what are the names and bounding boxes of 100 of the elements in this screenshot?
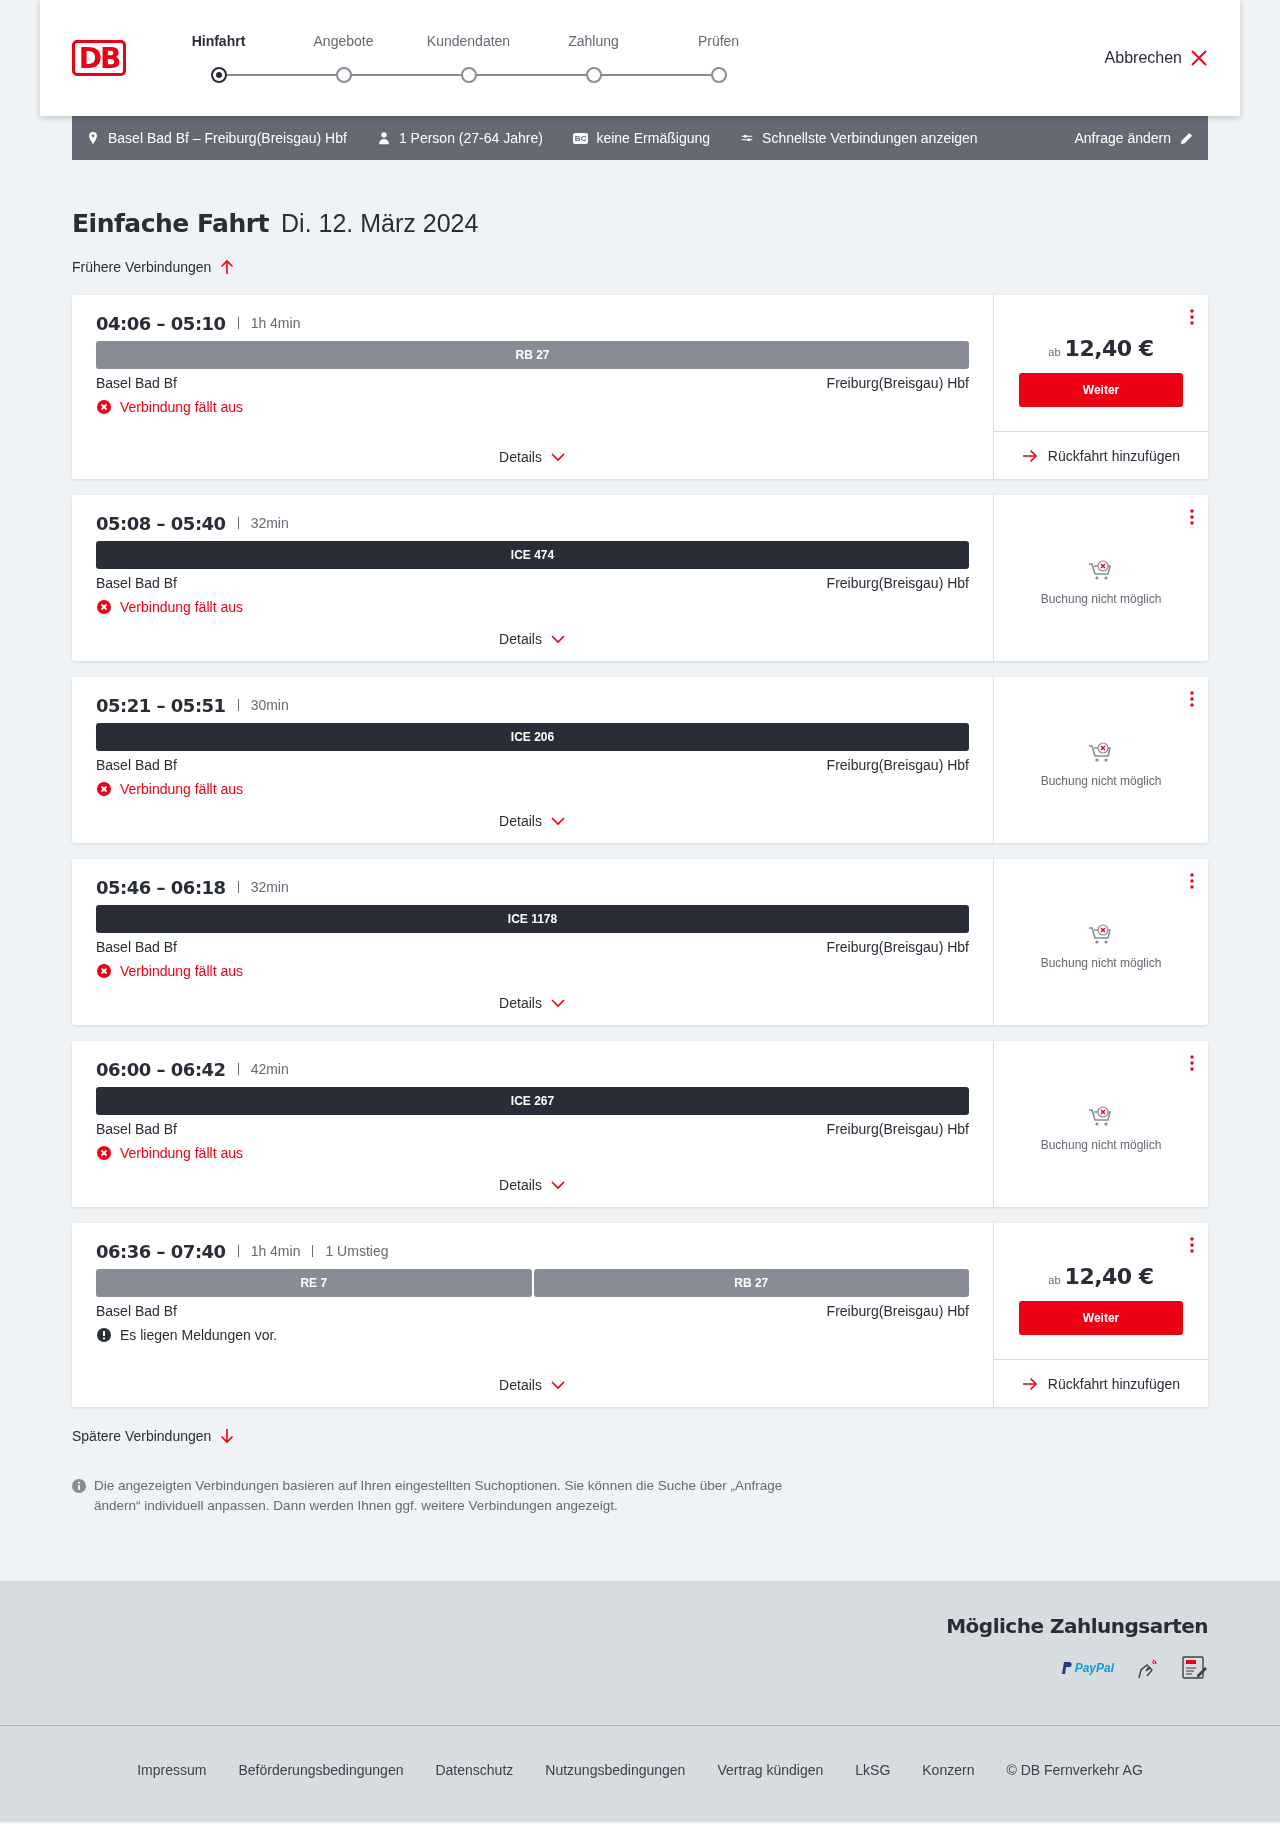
departure-arrival-time: 06:36 – 07:40 xyxy=(96,1240,226,1262)
travel-date: Di. 12. März 2024 xyxy=(281,209,479,238)
cancel-icon xyxy=(96,399,112,415)
train-segment-bar: ICE 206 xyxy=(96,723,969,751)
footer-link[interactable]: Impressum xyxy=(137,1762,207,1778)
paypal-logo: PayPal xyxy=(1061,1661,1114,1675)
footer-link[interactable]: Beförderungsbedingungen xyxy=(238,1762,404,1778)
price-prefix: ab xyxy=(1048,346,1061,358)
departure-arrival-time: 05:46 – 06:18 xyxy=(96,876,226,898)
details-toggle[interactable]: Details xyxy=(499,799,566,843)
arrow-right-icon xyxy=(1021,1375,1038,1392)
cancel-icon xyxy=(96,781,112,797)
details-toggle[interactable]: Details xyxy=(499,1363,566,1407)
origin-station: Basel Bad Bf xyxy=(96,1121,177,1137)
earlier-connections-link[interactable]: Frühere Verbindungen xyxy=(72,257,1208,277)
step-label: Hinfahrt xyxy=(191,33,246,51)
footer-link[interactable]: Nutzungsbedingungen xyxy=(545,1762,686,1778)
duration-text: 32min xyxy=(250,879,289,895)
add-return-link[interactable]: Rückfahrt hinzufügen xyxy=(994,431,1208,479)
notice-text: Verbindung fällt aus xyxy=(120,399,243,415)
details-toggle[interactable]: Details xyxy=(499,435,566,479)
origin-station: Basel Bad Bf xyxy=(96,1303,177,1319)
price: 12,40 € xyxy=(1064,1264,1154,1289)
notice-text: Verbindung fällt aus xyxy=(120,781,243,797)
details-toggle[interactable]: Details xyxy=(499,1163,566,1207)
location-pin-icon xyxy=(86,131,100,145)
warning-icon xyxy=(96,1327,112,1343)
discount-text: keine Ermäßigung xyxy=(596,130,711,146)
add-return-link[interactable]: Rückfahrt hinzufügen xyxy=(994,1359,1208,1407)
train-segment-bar: ICE 474 xyxy=(96,541,969,569)
footer-link[interactable]: Konzern xyxy=(922,1762,975,1778)
departure-arrival-time: 06:00 – 06:42 xyxy=(96,1058,226,1080)
notice-text: Verbindung fällt aus xyxy=(120,963,243,979)
cart-unavailable-icon xyxy=(1088,742,1114,764)
destination-station: Freiburg(Breisgau) Hbf xyxy=(826,375,969,391)
continue-button[interactable]: Weiter xyxy=(1019,373,1183,407)
destination-station: Freiburg(Breisgau) Hbf xyxy=(826,939,969,955)
duration-text: 32min xyxy=(250,515,289,531)
cart-unavailable-icon xyxy=(1088,560,1114,582)
person-icon xyxy=(376,131,391,145)
notice-text: Verbindung fällt aus xyxy=(120,1145,243,1161)
logo[interactable]: DB xyxy=(72,40,126,76)
step-label: Zahlung xyxy=(568,33,619,51)
step-label: Kundendaten xyxy=(426,33,511,51)
booking-unavailable-text: Buchung nicht möglich xyxy=(1040,592,1162,606)
train-segment-bar: RB 27 xyxy=(533,1269,969,1297)
departure-arrival-time: 05:08 – 05:40 xyxy=(96,512,226,534)
cart-unavailable-icon xyxy=(1088,1106,1114,1128)
booking-unavailable-text: Buchung nicht möglich xyxy=(1040,1138,1162,1152)
info-note: Die angezeigten Verbindungen basieren auf Ihren eingestellten Suchoptionen. Sie können die Suche über „Anfrage ändern“ individuell anpassen. Dann werden Ihnen ggf. weitere Verbindungen angezeigt. xyxy=(94,1477,784,1515)
bahncard-badge: BC xyxy=(572,132,589,144)
footer-link[interactable]: LkSG xyxy=(855,1762,891,1778)
train-segment-bar: ICE 1178 xyxy=(96,905,969,933)
duration-text: 1h 4min xyxy=(250,315,301,331)
duration-text: 30min xyxy=(250,697,289,713)
booking-unavailable-text: Buchung nicht möglich xyxy=(1040,774,1162,788)
price: 12,40 € xyxy=(1064,336,1154,361)
train-segment-bar: RE 7 xyxy=(96,1269,532,1297)
pencil-icon xyxy=(1179,130,1194,146)
option-text: Schnellste Verbindungen anzeigen xyxy=(762,130,978,146)
cancel-icon xyxy=(96,599,112,615)
origin-station: Basel Bad Bf xyxy=(96,939,177,955)
step-label: Prüfen xyxy=(697,33,740,51)
origin-station: Basel Bad Bf xyxy=(96,375,177,391)
cancel-icon xyxy=(96,1145,112,1161)
train-segment-bar: ICE 267 xyxy=(96,1087,969,1115)
arrow-up-icon xyxy=(219,259,236,275)
duration-text: 42min xyxy=(250,1061,289,1077)
footer-link[interactable]: © DB Fernverkehr AG xyxy=(1006,1762,1143,1778)
sepa-icon xyxy=(1182,1656,1208,1680)
more-options-icon xyxy=(1190,1055,1194,1071)
info-icon xyxy=(72,1479,86,1493)
cart-unavailable-icon xyxy=(1088,924,1114,946)
details-toggle[interactable]: Details xyxy=(499,617,566,661)
step-label: Angebote xyxy=(313,33,374,51)
destination-station: Freiburg(Breisgau) Hbf xyxy=(826,757,969,773)
more-options-icon xyxy=(1190,309,1194,325)
payment-methods-heading: Mögliche Zahlungsarten xyxy=(946,1614,1208,1638)
footer-link[interactable]: Vertrag kündigen xyxy=(717,1762,824,1778)
departure-arrival-time: 05:21 – 05:51 xyxy=(96,694,226,716)
destination-station: Freiburg(Breisgau) Hbf xyxy=(826,1121,969,1137)
more-options-icon xyxy=(1190,1237,1194,1253)
notice-text: Es liegen Meldungen vor. xyxy=(120,1327,278,1343)
cancel-button[interactable]: Abbrechen xyxy=(1104,49,1208,67)
more-options-icon xyxy=(1190,873,1194,889)
changes-text: 1 Umstieg xyxy=(325,1243,389,1259)
more-options-icon xyxy=(1190,691,1194,707)
origin-station: Basel Bad Bf xyxy=(96,575,177,591)
notice-text: Verbindung fällt aus xyxy=(120,599,243,615)
details-toggle[interactable]: Details xyxy=(499,981,566,1025)
cancel-icon xyxy=(96,963,112,979)
booking-unavailable-text: Buchung nicht möglich xyxy=(1040,956,1162,970)
continue-button[interactable]: Weiter xyxy=(1019,1301,1183,1335)
footer-link[interactable]: Datenschutz xyxy=(435,1762,514,1778)
more-options-icon xyxy=(1190,509,1194,525)
origin-station: Basel Bad Bf xyxy=(96,757,177,773)
later-connections-link[interactable]: Spätere Verbindungen xyxy=(72,1426,1208,1446)
destination-station: Freiburg(Breisgau) Hbf xyxy=(826,1303,969,1319)
edit-request-button[interactable]: Anfrage ändern xyxy=(1074,130,1194,146)
route-text: Basel Bad Bf – Freiburg(Breisgau) Hbf xyxy=(108,130,347,146)
